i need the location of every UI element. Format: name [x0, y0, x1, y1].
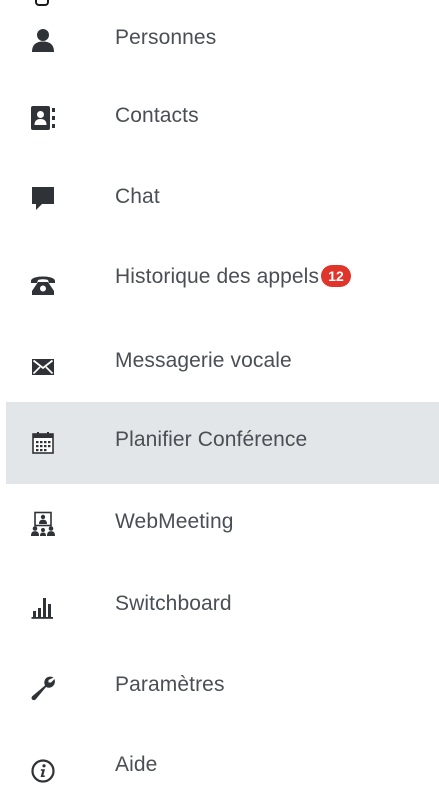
menu-item-personnes[interactable]: Personnes	[6, 0, 439, 82]
menu-item-aide[interactable]: Aide	[6, 728, 439, 810]
wrench-icon	[30, 675, 56, 701]
menu-item-planifier-conference[interactable]: Planifier Conférence	[6, 402, 439, 484]
webmeeting-icon	[30, 511, 56, 537]
envelope-icon	[30, 354, 56, 380]
menu-item-switchboard[interactable]: Switchboard	[6, 566, 439, 648]
menu-item-label: Historique des appels	[115, 265, 320, 288]
menu-item-contacts[interactable]: Contacts	[6, 77, 439, 159]
menu-item-label: Personnes	[115, 26, 217, 49]
chat-bubble-icon	[30, 185, 56, 211]
notification-count-badge: 12	[321, 265, 352, 287]
telephone-icon	[30, 271, 56, 297]
menu-item-chat[interactable]: Chat	[6, 159, 439, 241]
menu-item-label: Chat	[115, 185, 160, 208]
info-icon	[30, 758, 56, 784]
menu-item-webmeeting[interactable]: WebMeeting	[6, 484, 439, 566]
menu-item-messagerie-vocale[interactable]: Messagerie vocale	[6, 323, 439, 405]
address-book-icon	[30, 105, 56, 131]
menu-item-parametres[interactable]: Paramètres	[6, 648, 439, 730]
bar-chart-icon	[30, 594, 56, 620]
menu-item-label: Paramètres	[115, 673, 225, 696]
menu-item-label: WebMeeting	[115, 510, 234, 533]
menu-item-label: Planifier Conférence	[115, 428, 308, 451]
menu-item-label: Messagerie vocale	[115, 349, 292, 372]
person-icon	[30, 27, 56, 53]
calendar-icon	[30, 430, 56, 456]
menu-item-label: Switchboard	[115, 592, 232, 615]
menu-item-label: Contacts	[115, 104, 199, 127]
menu-item-label: Aide	[115, 753, 158, 776]
menu-item-label-with-badge: Historique des appels 12	[115, 265, 352, 289]
menu-item-historique-des-appels[interactable]: Historique des appels 12	[6, 241, 439, 323]
